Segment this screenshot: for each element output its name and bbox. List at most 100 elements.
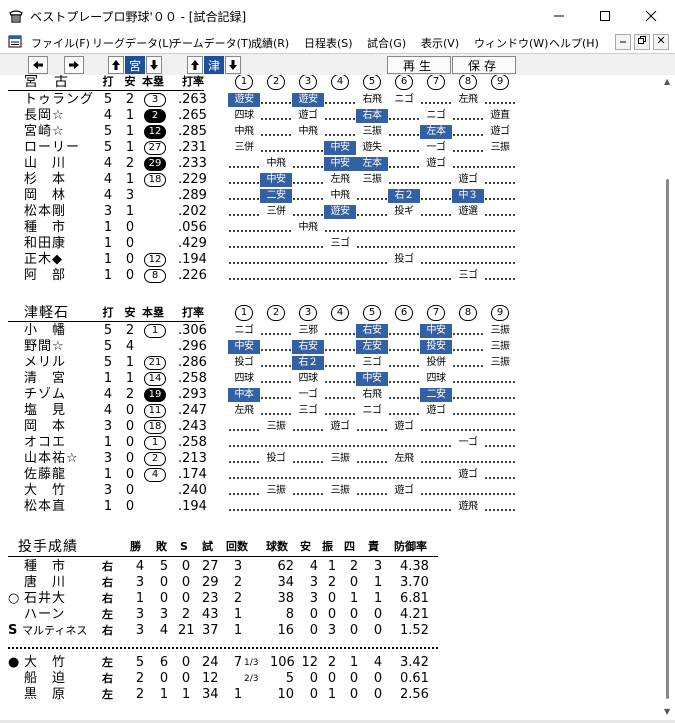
batter-row[interactable]: 正木◆ 1 0 12 .194 投ゴ bbox=[6, 252, 661, 268]
batter-row[interactable]: ローリー 5 1 27 .231 三併 中安 遊失 一ゴ 三振 bbox=[6, 140, 661, 156]
menu-game[interactable]: 試合(G) bbox=[367, 35, 406, 51]
batter-row[interactable]: 和田康 1 0 .429 三ゴ bbox=[6, 236, 661, 252]
batter-row[interactable]: 大 竹 3 0 .240 三振 三振 遊ゴ bbox=[6, 483, 661, 499]
inning-result-5 bbox=[356, 188, 388, 204]
batter-row[interactable]: 岡 本 3 0 18 .243 三振 遊ゴ 遊ゴ bbox=[6, 419, 661, 435]
pitcher-row[interactable]: 黒 原左 2 1 1 34 1 10 0 1 0 0 2.56 bbox=[6, 687, 446, 703]
batter-row[interactable]: 松本直 1 0 .194 遊飛 bbox=[6, 499, 661, 515]
inning-result-8: 中３ bbox=[452, 189, 484, 203]
batter-ab: 1 bbox=[103, 252, 113, 267]
batter-row[interactable]: 小 幡 5 2 1 .306 ニゴ 三邪 右安 中安 三振 bbox=[6, 323, 661, 339]
batter-name: 松本直 bbox=[24, 499, 67, 514]
empty-inning-dots bbox=[484, 499, 516, 515]
batter-row[interactable]: 野間☆ 5 4 .296 中安 右安 左安 投安 三振 bbox=[6, 339, 661, 355]
pitcher-row[interactable]: ○ 石井大右 1 0 0 23 2 38 3 0 1 1 6.81 bbox=[6, 591, 446, 607]
batter-row[interactable]: 松本剛 3 1 .202 三併 遊安 投ギ 遊選 bbox=[6, 204, 661, 220]
inning-result-9 bbox=[484, 92, 516, 108]
batter-row[interactable]: チゾム 4 2 19 .293 中本 一ゴ 右飛 二安 bbox=[6, 387, 661, 403]
scroll-thumb[interactable] bbox=[666, 179, 669, 699]
menu-records[interactable]: 成績(R) bbox=[251, 35, 289, 51]
empty-inning-dots bbox=[228, 236, 260, 252]
batter-avg: .265 bbox=[178, 108, 207, 123]
batter-avg: .286 bbox=[178, 355, 207, 370]
team-b-down-button[interactable] bbox=[225, 56, 241, 74]
pitcher-row[interactable]: 種 市右 4 5 0 27 3 62 4 1 2 3 4.38 bbox=[6, 559, 446, 575]
empty-inning-dots bbox=[484, 172, 516, 188]
pitcher-row[interactable]: 船 迫右 2 0 0 12 2/3 5 0 0 0 0 0.61 bbox=[6, 671, 446, 687]
inning-result-3: 一ゴ bbox=[298, 389, 319, 400]
batter-name: 野間☆ bbox=[24, 339, 65, 354]
menu-schedule[interactable]: 日程表(S) bbox=[304, 35, 353, 51]
child-restore-button[interactable] bbox=[634, 34, 650, 50]
col-hr-header: 本塁 bbox=[142, 306, 164, 319]
pitcher-row[interactable]: ハーン左 3 3 2 43 1 8 0 0 0 0 4.21 bbox=[6, 607, 446, 623]
menu-team-data[interactable]: チームデータ(T) bbox=[171, 35, 252, 51]
empty-inning-dots bbox=[452, 108, 484, 124]
col-avg-header: 打率 bbox=[182, 306, 204, 319]
batter-ab: 4 bbox=[103, 387, 113, 402]
pitcher-row[interactable]: ● 大 竹左 5 6 0 24 7 1/3 106 12 2 1 4 3.42 bbox=[6, 655, 446, 671]
batter-row[interactable]: 岡 林 4 3 .289 二安 中飛 右２ 中３ bbox=[6, 188, 661, 204]
prev-button[interactable] bbox=[28, 56, 48, 74]
pitcher-g: 29 bbox=[202, 575, 219, 590]
batter-row[interactable]: 阿 部 1 0 8 .226 三ゴ bbox=[6, 268, 661, 284]
menu-help[interactable]: ヘルプ(H) bbox=[549, 35, 599, 51]
batter-row[interactable]: 杉 本 4 1 18 .229 中安 左飛 三振 遊ゴ bbox=[6, 172, 661, 188]
inning-result-3: 四球 bbox=[298, 373, 319, 384]
batter-row[interactable]: オコエ 1 0 1 .258 一ゴ bbox=[6, 435, 661, 451]
pitcher-bb: 0 bbox=[349, 687, 359, 702]
document-icon[interactable] bbox=[8, 35, 22, 48]
inning-result-5 bbox=[356, 435, 388, 451]
empty-inning-dots bbox=[228, 268, 260, 284]
empty-inning-dots bbox=[452, 371, 484, 387]
scroll-down-icon[interactable]: ▼ bbox=[664, 707, 670, 716]
batter-row[interactable]: 山本祐☆ 3 0 2 .213 投ゴ 三振 左飛 bbox=[6, 451, 661, 467]
batter-hits: 0 bbox=[125, 236, 135, 251]
inning-result-1: 四球 bbox=[234, 110, 255, 121]
empty-inning-dots bbox=[324, 124, 356, 140]
inning-result-5: ニゴ bbox=[362, 405, 383, 416]
child-minimize-button[interactable] bbox=[615, 34, 631, 50]
scroll-up-icon[interactable]: ▲ bbox=[664, 77, 670, 86]
child-close-button[interactable] bbox=[653, 34, 669, 50]
team-a-up-button[interactable] bbox=[108, 56, 124, 74]
minimize-button[interactable] bbox=[537, 0, 581, 32]
team-a-down-button[interactable] bbox=[146, 56, 162, 74]
vertical-scrollbar[interactable]: ▲ ▼ bbox=[661, 75, 675, 720]
menu-file[interactable]: ファイル(F) bbox=[31, 35, 90, 51]
inning-result-4 bbox=[324, 355, 356, 371]
batter-avg: .229 bbox=[178, 172, 207, 187]
batter-row[interactable]: 種 市 1 0 .056 中飛 bbox=[6, 220, 661, 236]
maximize-button[interactable] bbox=[583, 0, 627, 32]
save-button[interactable]: 保存 bbox=[452, 56, 516, 74]
menu-window[interactable]: ウィンドウ(W) bbox=[474, 35, 548, 51]
inning-result-4 bbox=[324, 268, 356, 284]
empty-inning-dots bbox=[356, 499, 388, 515]
batter-row[interactable]: 宮崎☆ 5 1 12 .285 中飛 中飛 三振 左本 遊ゴ bbox=[6, 124, 661, 140]
pitcher-g: 23 bbox=[202, 591, 219, 606]
batter-row[interactable]: 塩 見 4 0 11 .247 左飛 三ゴ ニゴ 遊ゴ bbox=[6, 403, 661, 419]
batter-row[interactable]: メリル 5 1 21 .286 投ゴ 右２ 三ゴ 投併 三振 bbox=[6, 355, 661, 371]
inning-result-4: 三振 bbox=[330, 485, 351, 496]
next-button[interactable] bbox=[64, 56, 84, 74]
inning-result-4 bbox=[324, 403, 356, 419]
batter-row[interactable]: 長岡☆ 4 1 2 .265 四球 遊ゴ 右本 ニゴ 遊直 bbox=[6, 108, 661, 124]
batter-name: 長岡☆ bbox=[24, 108, 65, 123]
team-b-up-button[interactable] bbox=[187, 56, 203, 74]
batter-row[interactable]: 清 宮 1 1 14 .258 四球 四球 中安 四球 bbox=[6, 371, 661, 387]
menu-view[interactable]: 表示(V) bbox=[421, 35, 459, 51]
batter-row[interactable]: トゥラング 5 2 3 .263 遊安 遊安 右飛 ニゴ 左飛 bbox=[6, 92, 661, 108]
batter-row[interactable]: 佐藤龍 1 0 4 .174 遊ゴ bbox=[6, 467, 661, 483]
batter-avg: .429 bbox=[178, 236, 207, 251]
pitching-col-header: 責 bbox=[368, 540, 379, 553]
pitcher-ip: 1 bbox=[233, 687, 243, 702]
empty-inning-dots bbox=[484, 268, 516, 284]
replay-button[interactable]: 再生 bbox=[387, 56, 451, 74]
close-button[interactable] bbox=[629, 0, 673, 32]
inning-result-5: 遊失 bbox=[362, 142, 383, 153]
pitcher-row[interactable]: 唐 川右 3 0 0 29 2 34 3 2 0 1 3.70 bbox=[6, 575, 446, 591]
pitcher-row[interactable]: S マルティネス右 3 4 21 37 1 16 0 3 0 0 1.52 bbox=[6, 623, 446, 639]
batter-row[interactable]: 山 川 4 2 29 .233 中飛 中安 左本 遊ゴ bbox=[6, 156, 661, 172]
menu-league-data[interactable]: リーグデータ(L) bbox=[92, 35, 173, 51]
pitcher-k: 2 bbox=[327, 575, 337, 590]
